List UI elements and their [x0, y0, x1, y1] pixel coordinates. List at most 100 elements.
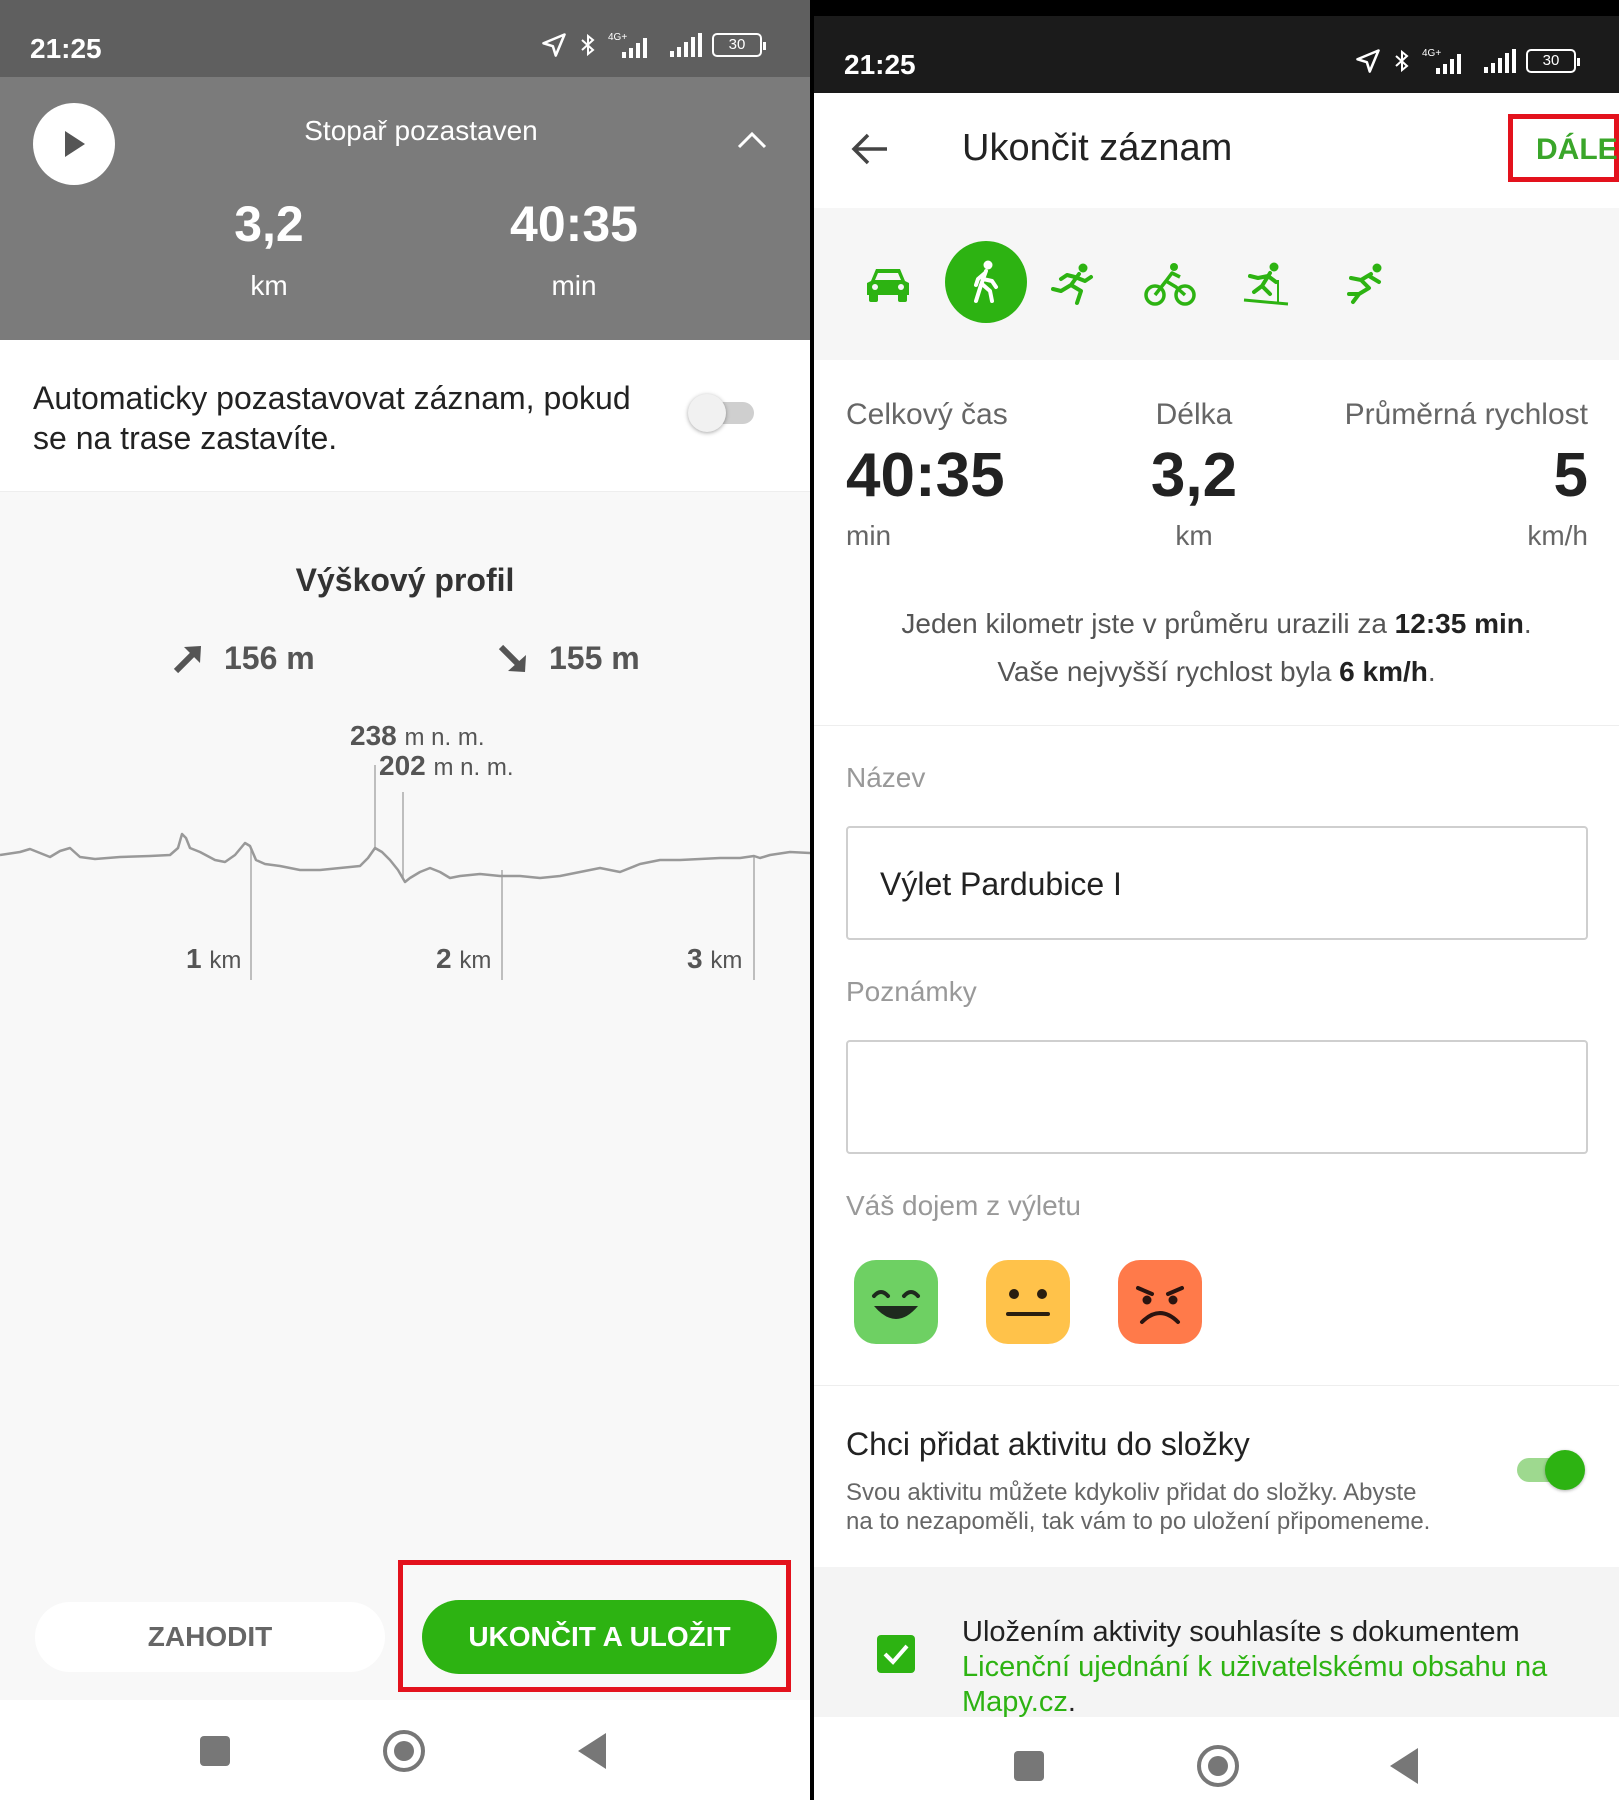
signal-icon — [670, 33, 702, 57]
svg-text:4G+: 4G+ — [1422, 48, 1441, 59]
status-bar: 21:25 4G+ 30 — [814, 16, 1619, 93]
activity-summary: Celkový čas 40:35 min Délka 3,2 km Průmě… — [814, 360, 1619, 726]
recents-icon[interactable] — [200, 1736, 230, 1766]
location-icon — [542, 33, 566, 57]
time-unit: min — [551, 270, 597, 301]
check-icon — [883, 1644, 909, 1665]
top-edge — [814, 0, 1619, 16]
status-time: 21:25 — [30, 33, 102, 64]
total-time-value: 40:35 — [846, 441, 1005, 510]
distance-value: 3,2 — [234, 196, 304, 252]
ascent-stat: 156 m — [170, 640, 315, 677]
descent-stat: 155 m — [495, 640, 640, 677]
signal-4g-icon: 4G+ — [1422, 48, 1461, 74]
ascent-value: 156 m — [224, 640, 315, 676]
status-icons: 4G+ 30 — [540, 30, 766, 60]
license-link[interactable]: Licenční ujednání k uživatelskému obsahu… — [962, 1651, 1547, 1718]
length-value: 3,2 — [1150, 441, 1238, 510]
km-mark-1: 1 km — [186, 943, 241, 975]
max-elevation-unit: m n. m. — [404, 724, 485, 751]
max-speed-value: 6 km/h — [1339, 656, 1428, 687]
battery-icon: 30 — [1526, 49, 1580, 73]
name-label: Název — [846, 762, 926, 793]
pace-suffix: . — [1523, 608, 1532, 639]
signal-4g-icon: 4G+ — [608, 32, 647, 58]
km-mark-3: 3 km — [687, 943, 742, 975]
max-speed-suffix: . — [1427, 656, 1436, 687]
neutral-face-icon[interactable] — [986, 1260, 1070, 1344]
folder-title: Chci přidat aktivitu do složky — [846, 1426, 1250, 1462]
km-mark-2-unit: km — [459, 947, 492, 974]
notes-label: Poznámky — [846, 976, 977, 1007]
time-value: 40:35 — [510, 196, 638, 252]
back-icon[interactable] — [578, 1733, 606, 1769]
right-screen: 21:25 4G+ 30 Ukončit záznam DÁLE Celkový… — [814, 0, 1619, 1800]
battery-icon: 30 — [712, 33, 766, 57]
name-input[interactable]: Výlet Pardubice I — [846, 826, 1588, 940]
navigation-bar — [0, 1700, 810, 1800]
distance-unit: km — [250, 270, 288, 301]
ski-icon[interactable] — [1240, 258, 1292, 310]
km-mark-1-unit: km — [209, 947, 242, 974]
consent-text: Uložením aktivity souhlasíte s dokumente… — [962, 1615, 1602, 1720]
consent-suffix: . — [1067, 1686, 1076, 1718]
recents-icon[interactable] — [1014, 1751, 1044, 1781]
home-icon[interactable] — [383, 1730, 425, 1772]
auto-pause-label: Automaticky pozastavovat záznam, pokud s… — [33, 380, 631, 456]
next-button[interactable]: DÁLE — [1536, 133, 1618, 167]
tracker-status: Stopař pozastaven — [304, 115, 538, 146]
home-icon[interactable] — [1197, 1745, 1239, 1787]
km-mark-3-value: 3 — [687, 943, 703, 974]
sad-face-icon[interactable] — [1118, 1260, 1202, 1344]
activity-type-selector — [814, 208, 1619, 360]
notes-input[interactable] — [846, 1040, 1588, 1154]
left-screen: 21:25 4G+ 30 Stopař pozastaven 3,2 km 40… — [0, 0, 810, 1800]
max-elevation-label: 238 m n. m. — [350, 720, 485, 752]
back-arrow-icon[interactable] — [850, 131, 890, 167]
pace-prefix: Jeden kilometr jste v průměru urazili za — [901, 608, 1395, 639]
location-icon — [1356, 49, 1380, 73]
bike-icon[interactable] — [1144, 258, 1196, 310]
bluetooth-icon — [581, 33, 595, 57]
finish-and-save-button[interactable]: UKONČIT A ULOŽIT — [422, 1600, 777, 1674]
discard-button[interactable]: ZAHODIT — [35, 1602, 385, 1672]
run-icon[interactable] — [1047, 258, 1099, 310]
add-to-folder-toggle[interactable] — [1517, 1450, 1587, 1490]
length-label: Délka — [1155, 398, 1233, 431]
happy-face-icon[interactable] — [854, 1260, 938, 1344]
auto-pause-toggle[interactable] — [688, 394, 754, 432]
app-header: Ukončit záznam DÁLE — [814, 93, 1619, 208]
km-mark-3-unit: km — [710, 947, 743, 974]
folder-description: Svou aktivitu můžete kdykoliv přidat do … — [846, 1479, 1431, 1535]
skate-icon[interactable] — [1337, 258, 1389, 310]
km-mark-1-value: 1 — [186, 943, 202, 974]
length-unit: km — [1175, 520, 1213, 551]
bluetooth-icon — [1395, 49, 1409, 73]
add-to-folder-setting: Chci přidat aktivitu do složky Svou akti… — [814, 1385, 1619, 1567]
walk-icon[interactable] — [945, 241, 1027, 323]
avg-speed-unit: km/h — [1527, 520, 1588, 551]
auto-pause-setting: Automaticky pozastavovat záznam, pokud s… — [0, 340, 810, 492]
max-elevation-value: 238 — [350, 720, 397, 751]
status-bar: 21:25 4G+ 30 — [0, 0, 810, 77]
svg-text:4G+: 4G+ — [608, 32, 627, 43]
max-speed-text: Vaše nejvyšší rychlost byla 6 km/h. — [814, 656, 1619, 688]
elevation-profile-title: Výškový profil — [295, 562, 515, 598]
tracker-panel: Stopař pozastaven 3,2 km 40:35 min — [0, 77, 810, 340]
car-icon[interactable] — [862, 258, 914, 310]
back-icon[interactable] — [1390, 1748, 1418, 1784]
mood-label: Váš dojem z výletu — [846, 1190, 1081, 1221]
page-title: Ukončit záznam — [962, 127, 1233, 169]
consent-prefix: Uložením aktivity souhlasíte s dokumente… — [962, 1616, 1520, 1648]
average-pace-text: Jeden kilometr jste v průměru urazili za… — [814, 608, 1619, 640]
km-mark-2-value: 2 — [436, 943, 452, 974]
consent-checkbox[interactable] — [877, 1635, 915, 1673]
avg-speed-label: Průměrná rychlost — [1344, 398, 1588, 431]
navigation-bar — [814, 1717, 1619, 1800]
status-time: 21:25 — [844, 49, 916, 80]
signal-icon — [1484, 49, 1516, 73]
status-icons: 4G+ 30 — [1354, 46, 1580, 76]
arrow-down-right-icon — [498, 644, 526, 672]
avg-speed-value: 5 — [1553, 441, 1588, 510]
chevron-up-icon[interactable] — [736, 130, 768, 150]
